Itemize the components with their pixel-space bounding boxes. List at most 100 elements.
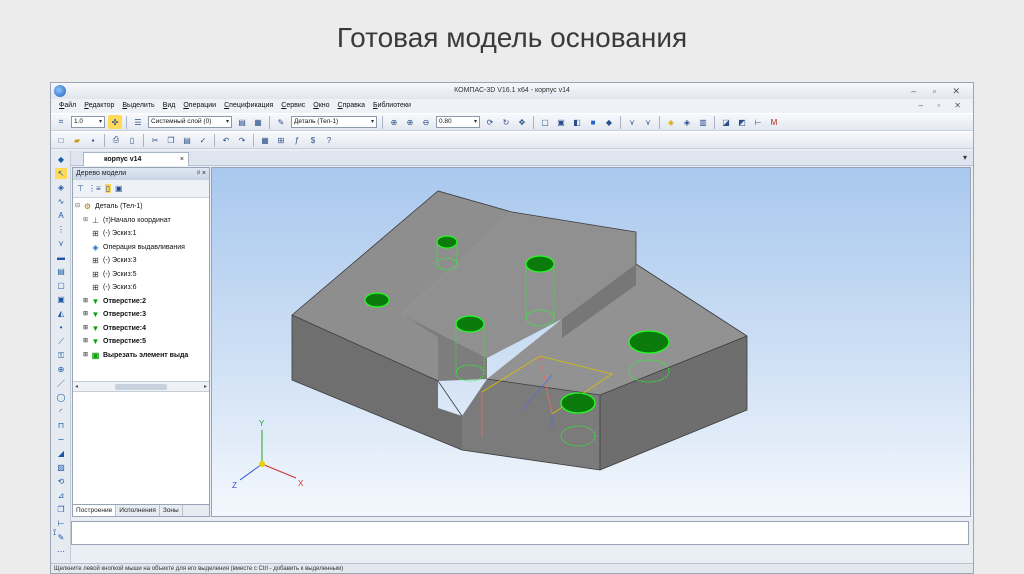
undo-icon[interactable]: ↶: [219, 133, 233, 147]
expand-toggle-icon[interactable]: ⊞: [83, 214, 90, 228]
scroll-thumb[interactable]: [115, 383, 167, 390]
menu-view[interactable]: Вид: [159, 99, 180, 113]
spec-icon[interactable]: М: [767, 115, 781, 129]
tab-construction[interactable]: Построение: [73, 505, 117, 516]
shaded-icon[interactable]: ■: [586, 115, 600, 129]
extrude-op-icon[interactable]: ◈: [55, 182, 67, 193]
preview-icon[interactable]: ▯: [125, 133, 139, 147]
tree-mode-icon[interactable]: ▯: [104, 184, 112, 193]
tree-filter-icon[interactable]: ▣: [115, 184, 123, 193]
tab-versions[interactable]: Исполнения: [116, 505, 160, 516]
arrays-icon[interactable]: ⋮: [55, 224, 67, 235]
orientation-icon[interactable]: ◪: [719, 115, 733, 129]
cube-yellow-icon[interactable]: ◈: [664, 115, 678, 129]
zoom-out-icon[interactable]: ⊖: [419, 115, 433, 129]
menu-libraries[interactable]: Библиотеки: [369, 99, 415, 113]
grid-icon[interactable]: ⌗: [54, 115, 68, 129]
help-pointer-icon[interactable]: ?: [322, 133, 336, 147]
segment-icon[interactable]: ／: [55, 378, 67, 389]
tab-zones[interactable]: Зоны: [160, 505, 183, 516]
copy-tool-icon[interactable]: ❐: [55, 504, 67, 515]
mdi-controls[interactable]: – ▫ ✕: [919, 99, 967, 113]
fillet-icon[interactable]: ◢: [55, 448, 67, 459]
tree-node[interactable]: ⊞ (-) Эскиз:3: [75, 254, 209, 268]
halftone-icon[interactable]: ◧: [570, 115, 584, 129]
expand-toggle-icon[interactable]: ⊞: [83, 308, 90, 322]
select-icon[interactable]: ↖: [55, 168, 67, 179]
copy-icon[interactable]: ❐: [164, 133, 178, 147]
spiral-icon[interactable]: ⟲: [55, 476, 67, 487]
measure-icon[interactable]: ⊢: [751, 115, 765, 129]
save-icon[interactable]: ▪: [86, 133, 100, 147]
perspective-icon[interactable]: ◆: [602, 115, 616, 129]
command-icon[interactable]: ⟟: [53, 527, 56, 538]
new-document-icon[interactable]: □: [54, 133, 68, 147]
manager-icon[interactable]: ▦: [258, 133, 272, 147]
scroll-left-icon[interactable]: ◂: [75, 383, 78, 390]
detail-combo[interactable]: Деталь (Тел-1) ▾: [291, 116, 377, 128]
pin-icon[interactable]: ᵖ ×: [197, 168, 206, 180]
rotate-icon[interactable]: ↻: [499, 115, 513, 129]
hidden-lines-icon[interactable]: ▣: [554, 115, 568, 129]
spec-panel-icon[interactable]: ▢: [55, 280, 67, 291]
tree-node[interactable]: ⊞ ⊥ (т)Начало координат: [75, 214, 209, 228]
menu-file[interactable]: Файл: [55, 99, 80, 113]
hatch-icon[interactable]: ▨: [55, 462, 67, 473]
cut-icon[interactable]: ✂: [148, 133, 162, 147]
tab-korpus[interactable]: корпус v14 ×: [83, 152, 189, 166]
line-tool-icon[interactable]: ⟋: [55, 336, 67, 347]
expand-toggle-icon[interactable]: ⊞: [83, 349, 90, 363]
properties-icon[interactable]: ✓: [196, 133, 210, 147]
zoom-refresh-icon[interactable]: ⟳: [483, 115, 497, 129]
lock-icon[interactable]: ⚿: [55, 350, 67, 361]
window-controls[interactable]: – ▫ ✕: [911, 83, 967, 99]
surfaces-icon[interactable]: A: [55, 210, 67, 221]
edit-icon[interactable]: ✎: [274, 115, 288, 129]
price-icon[interactable]: $: [306, 133, 320, 147]
arc-icon[interactable]: ◜: [55, 406, 67, 417]
tree-node[interactable]: ⊞ (-) Эскиз:5: [75, 268, 209, 282]
horizontal-scrollbar[interactable]: ◂ ▸: [73, 381, 209, 392]
rect-icon[interactable]: ⊓: [55, 420, 67, 431]
tree-node[interactable]: ⊞ (-) Эскиз:1: [75, 227, 209, 241]
formula-icon[interactable]: ƒ: [290, 133, 304, 147]
menu-help[interactable]: Справка: [334, 99, 369, 113]
tree-node[interactable]: ⊞ ▼ Отверстие:5: [75, 335, 209, 349]
tree-node[interactable]: ⊟ ⚙ Деталь (Тел-1): [75, 200, 209, 214]
tree-node[interactable]: ⊞ ▼ Отверстие:2: [75, 295, 209, 309]
edit-geometry-icon[interactable]: ◆: [55, 154, 67, 165]
aux-geometry-icon[interactable]: ⋎: [55, 238, 67, 249]
filter2-icon[interactable]: ⋎: [641, 115, 655, 129]
menu-window[interactable]: Окно: [309, 99, 333, 113]
open-icon[interactable]: ▰: [70, 133, 84, 147]
close-icon[interactable]: ×: [180, 153, 184, 166]
tree-node[interactable]: ⊞ (-) Эскиз:6: [75, 281, 209, 295]
tree-node[interactable]: ⊞ ▼ Отверстие:4: [75, 322, 209, 336]
zoom-in-icon[interactable]: ⊕: [403, 115, 417, 129]
pan-icon[interactable]: ✥: [515, 115, 529, 129]
layer-combo[interactable]: Системный слой (0) ▾: [148, 116, 232, 128]
menu-service[interactable]: Сервис: [277, 99, 309, 113]
measure-panel-icon[interactable]: ▬: [55, 252, 67, 263]
spatial-curves-icon[interactable]: ∿: [55, 196, 67, 207]
dims-tool-icon[interactable]: ⊢: [55, 518, 67, 529]
wireframe-icon[interactable]: ▢: [538, 115, 552, 129]
tree-node[interactable]: ◈ Операция выдавливания: [75, 241, 209, 255]
snap-icon[interactable]: ✜: [108, 115, 122, 129]
print-icon[interactable]: ⎙: [109, 133, 123, 147]
cube-blue-icon[interactable]: ◈: [680, 115, 694, 129]
menu-select[interactable]: Выделить: [118, 99, 158, 113]
layer-props-icon[interactable]: ▦: [251, 115, 265, 129]
expand-toggle-icon[interactable]: ⊞: [83, 335, 90, 349]
report-icon[interactable]: ▣: [55, 294, 67, 305]
paste-icon[interactable]: ▤: [180, 133, 194, 147]
filter-panel-icon[interactable]: ▤: [55, 266, 67, 277]
color-icon[interactable]: ◩: [735, 115, 749, 129]
tree-structure-icon[interactable]: ⋮≡: [88, 184, 101, 193]
dot-icon[interactable]: •: [55, 322, 67, 333]
mirror-icon[interactable]: ⊿: [55, 490, 67, 501]
notes-icon[interactable]: ✎: [55, 532, 67, 543]
variables-icon[interactable]: ⊞: [274, 133, 288, 147]
tree-node[interactable]: ⊞ ▼ Отверстие:3: [75, 308, 209, 322]
scroll-right-icon[interactable]: ▸: [204, 383, 207, 390]
